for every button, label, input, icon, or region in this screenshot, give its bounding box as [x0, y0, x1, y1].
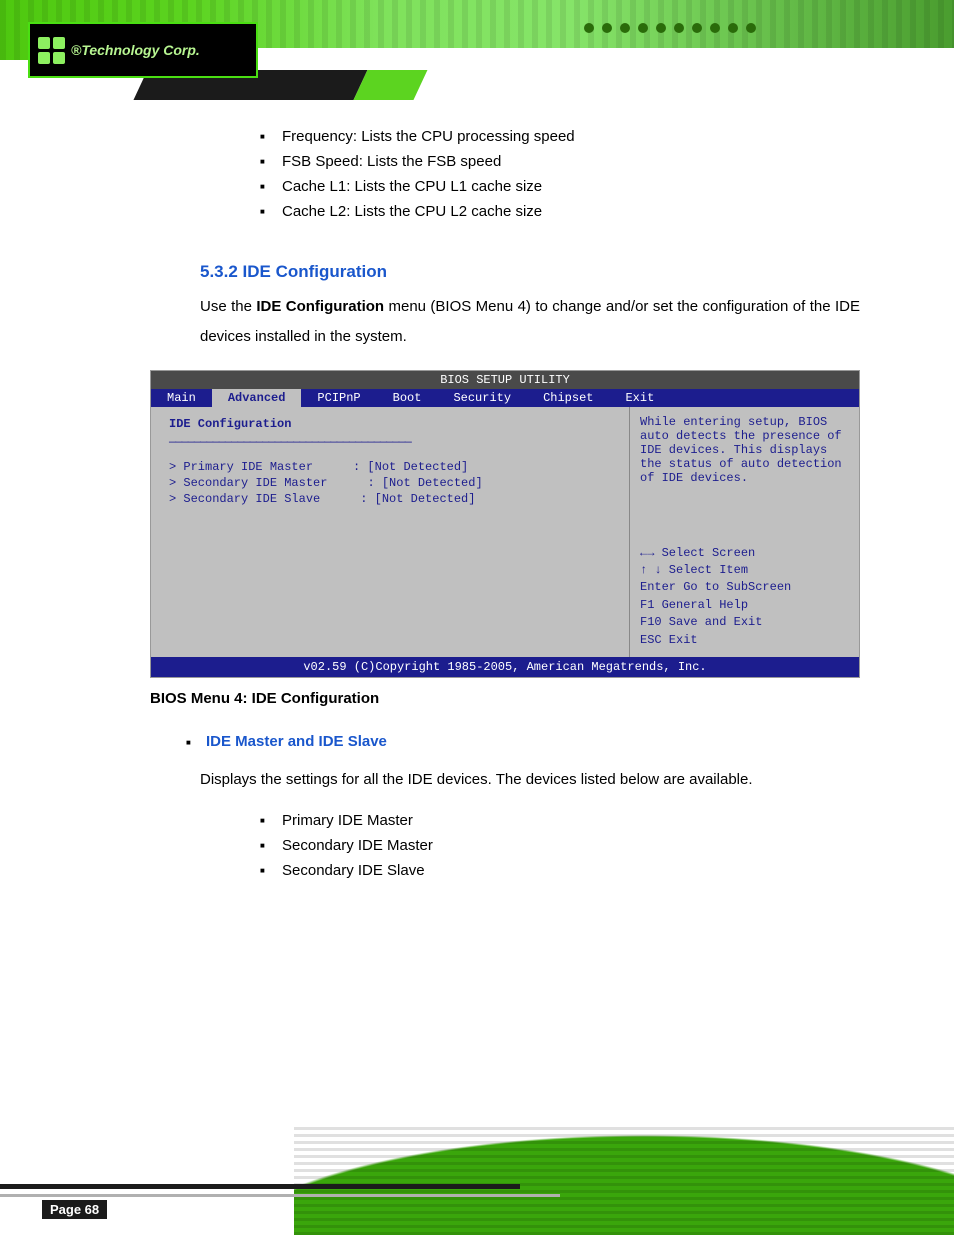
bios-item: > Secondary IDE Slave : [Not Detected]: [169, 491, 621, 507]
footer-page: Page 68: [42, 1202, 117, 1217]
section-intro: Use the IDE Configuration menu (BIOS Men…: [200, 292, 860, 352]
bios-screenshot: BIOS SETUP UTILITY Main Advanced PCIPnP …: [150, 370, 860, 678]
bios-tab-advanced: Advanced: [212, 389, 302, 407]
bios-key-row: F1 General Help: [640, 597, 851, 614]
bios-key-row: Enter Go to SubScreen: [640, 579, 851, 596]
bios-item-label: > Secondary IDE Master: [169, 476, 327, 490]
bios-key-legend: ←→ Select Screen ↑ ↓ Select Item Enter G…: [640, 545, 851, 649]
bios-key-row: ←→ Select Screen: [640, 545, 851, 562]
bios-tab-exit: Exit: [609, 389, 670, 407]
section-heading: 5.3.2 IDE Configuration: [200, 262, 860, 282]
bios-tab-security: Security: [437, 389, 527, 407]
list-item: Secondary IDE Master: [260, 837, 860, 854]
footer-banner: Page 68: [0, 1125, 954, 1235]
footer-curve: [294, 1125, 954, 1235]
ide-master-desc: Displays the settings for all the IDE de…: [200, 771, 860, 788]
bios-item-value: : [Not Detected]: [353, 460, 468, 474]
bios-key-row: ESC Exit: [640, 632, 851, 649]
logo: ®Technology Corp.: [28, 22, 258, 78]
list-item: Cache L1: Lists the CPU L1 cache size: [260, 178, 860, 195]
page-number: Page 68: [42, 1200, 107, 1219]
header-dots: [584, 10, 934, 45]
list-item: Frequency: Lists the CPU processing spee…: [260, 128, 860, 145]
bios-item-label: > Primary IDE Master: [169, 460, 313, 474]
bios-tab-main: Main: [151, 389, 212, 407]
bios-body: IDE Configuration ——————————————————————…: [151, 407, 859, 657]
ide-device-list: Primary IDE Master Secondary IDE Master …: [260, 812, 860, 879]
bios-titlebar: BIOS SETUP UTILITY: [151, 371, 859, 389]
logo-text: ®Technology Corp.: [71, 42, 200, 58]
list-item: Secondary IDE Slave: [260, 862, 860, 879]
header-banner: ®Technology Corp.: [0, 0, 954, 100]
cpu-info-list: Frequency: Lists the CPU processing spee…: [260, 128, 860, 220]
bios-tab-pcipnp: PCIPnP: [301, 389, 376, 407]
logo-icon: [38, 37, 65, 64]
bios-right-pane: While entering setup, BIOS auto detects …: [629, 407, 859, 657]
bios-item-label: > Secondary IDE Slave: [169, 492, 320, 506]
ide-master-heading-text: IDE Master and IDE Slave: [206, 733, 387, 750]
bios-item: > Primary IDE Master : [Not Detected]: [169, 459, 621, 475]
list-item: FSB Speed: Lists the FSB speed: [260, 153, 860, 170]
footer-line: [0, 1184, 520, 1189]
bios-key-row: ↑ ↓ Select Item: [640, 562, 851, 579]
list-item: Primary IDE Master: [260, 812, 860, 829]
bios-divider: ———————————————————————————————————————: [169, 435, 621, 449]
ide-master-heading: IDE Master and IDE Slave: [206, 733, 860, 751]
footer-line-2: [0, 1194, 560, 1197]
intro-pre: Use the: [200, 298, 256, 315]
bios-section-heading: IDE Configuration: [169, 417, 621, 431]
bios-help-text: While entering setup, BIOS auto detects …: [640, 415, 851, 485]
bios-footer: v02.59 (C)Copyright 1985-2005, American …: [151, 657, 859, 677]
bios-tabs: Main Advanced PCIPnP Boot Security Chips…: [151, 389, 859, 407]
bios-tab-boot: Boot: [377, 389, 438, 407]
bios-key-row: F10 Save and Exit: [640, 614, 851, 631]
bios-item-value: : [Not Detected]: [360, 492, 475, 506]
bios-left-pane: IDE Configuration ——————————————————————…: [151, 407, 629, 657]
intro-bold: IDE Configuration: [256, 298, 384, 315]
page-content: Frequency: Lists the CPU processing spee…: [200, 120, 860, 887]
bios-caption: BIOS Menu 4: IDE Configuration: [150, 690, 860, 707]
bios-item: > Secondary IDE Master : [Not Detected]: [169, 475, 621, 491]
list-item: Cache L2: Lists the CPU L2 cache size: [260, 203, 860, 220]
bios-item-value: : [Not Detected]: [367, 476, 482, 490]
bios-tab-chipset: Chipset: [527, 389, 609, 407]
